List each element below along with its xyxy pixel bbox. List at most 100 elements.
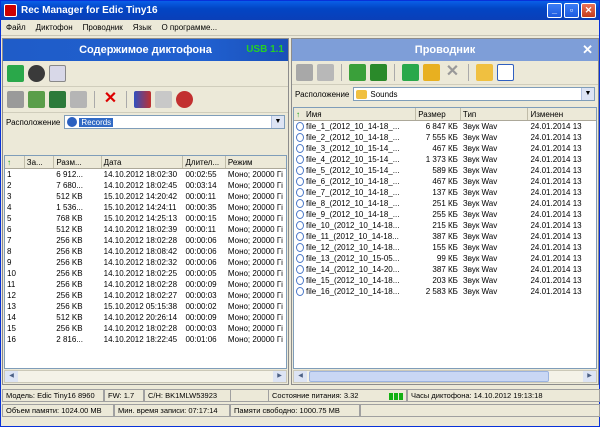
recording-row[interactable]: 3 512 KB 15.10.2012 14:20:42 00:00:11 Моно; …	[5, 191, 286, 202]
minimize-button[interactable]: _	[547, 3, 562, 18]
file-row[interactable]: file_3_(2012_10_15-14_... 467 КБ Звук Wav 2…	[294, 143, 596, 154]
up-folder-icon[interactable]	[349, 64, 366, 81]
file-row[interactable]: file_14_(2012_10_14-20... 387 КБ Звук Wav 2…	[294, 264, 596, 275]
copy-all-icon[interactable]	[49, 91, 66, 108]
refresh-icon[interactable]	[402, 64, 419, 81]
col-duration[interactable]: Длител...	[183, 156, 226, 168]
col-mode[interactable]: Режим	[226, 156, 286, 168]
col-size[interactable]: Разм...	[54, 156, 102, 168]
recordings-table-header: ↑ За... Разм... Дата Длител... Режим	[5, 156, 286, 169]
file-name: file_13_(2012_10_15-05...	[294, 253, 416, 264]
recording-row[interactable]: 12 256 KB 14.10.2012 18:02:27 00:00:03 Моно;…	[5, 290, 286, 301]
export-icon[interactable]	[7, 91, 24, 108]
col-modified[interactable]: Изменен	[528, 108, 596, 120]
wav-file-icon	[296, 265, 304, 275]
scroll-thumb[interactable]	[309, 371, 549, 382]
recording-row[interactable]: 10 256 KB 14.10.2012 18:02:25 00:00:05 Моно;…	[5, 268, 286, 279]
recording-cell: Моно; 20000 Гі	[227, 247, 283, 256]
file-name: file_11_(2012_10_14-18...	[294, 231, 416, 242]
recording-row[interactable]: 16 2 816... 14.10.2012 18:22:45 00:01:06 Мон…	[5, 334, 286, 345]
chevron-down-icon[interactable]: ▼	[271, 116, 284, 128]
recording-row[interactable]: 13 256 KB 15.10.2012 05:15:38 00:00:02 Моно;…	[5, 301, 286, 312]
file-name: file_3_(2012_10_15-14_...	[294, 143, 416, 154]
col-number[interactable]: За...	[25, 156, 55, 168]
col-type[interactable]: Тип	[461, 108, 529, 120]
recording-cell: 3	[7, 192, 12, 201]
file-row[interactable]: file_13_(2012_10_15-05... 99 КБ Звук Wav 24…	[294, 253, 596, 264]
format-icon[interactable]	[176, 91, 193, 108]
recorder-location-select[interactable]: Records ▼	[64, 115, 285, 129]
recording-row[interactable]: 14 512 KB 14.10.2012 20:26:14 00:00:09 Моно;…	[5, 312, 286, 323]
add-icon[interactable]	[70, 91, 87, 108]
new-folder-icon[interactable]	[423, 64, 440, 81]
file-row[interactable]: file_9_(2012_10_14-18_... 255 КБ Звук Wav 2…	[294, 209, 596, 220]
file-row[interactable]: file_4_(2012_10_15-14_... 1 373 КБ Звук Wa…	[294, 154, 596, 165]
close-icon[interactable]: ✕	[582, 42, 593, 58]
menu-explorer[interactable]: Проводник	[78, 23, 128, 32]
file-row[interactable]: file_6_(2012_10_14-18_... 467 КБ Звук Wav 2…	[294, 176, 596, 187]
sort-arrow-icon[interactable]: ↑	[5, 156, 25, 168]
title-bar[interactable]: Rec Manager for Edic Tiny16 _ ▫ ✕	[1, 1, 599, 20]
chevron-down-icon[interactable]: ▼	[581, 88, 594, 100]
status-bar-top: Модель: Edic Tiny16 8960 FW: 1.7 С/Н: BK…	[2, 389, 600, 402]
copy-to-pc-icon[interactable]	[28, 91, 45, 108]
recording-row[interactable]: 9 256 KB 14.10.2012 18:02:32 00:00:06 Моно; …	[5, 257, 286, 268]
delete-icon[interactable]: ✕	[102, 91, 119, 108]
recording-row[interactable]: 7 256 KB 14.10.2012 18:02:28 00:00:06 Моно; …	[5, 235, 286, 246]
refresh-icon[interactable]	[7, 65, 24, 82]
recordings-table: ↑ За... Разм... Дата Длител... Режим 1 6 …	[4, 155, 287, 369]
view-icon[interactable]	[497, 64, 514, 81]
file-row[interactable]: file_1_(2012_10_14-18_... 6 847 КБ Звук Wa…	[294, 121, 596, 132]
file-row[interactable]: file_8_(2012_10_14-18_... 251 КБ Звук Wav 2…	[294, 198, 596, 209]
scroll-left-icon[interactable]: ◀	[5, 371, 18, 382]
file-cell: Звук Wav	[462, 166, 498, 175]
scroll-right-icon[interactable]: ▶	[273, 371, 286, 382]
recording-row[interactable]: 4 1 536... 15.10.2012 14:24:11 00:00:35 Моно…	[5, 202, 286, 213]
recording-row[interactable]: 1 6 912... 14.10.2012 18:02:30 00:02:55 Моно…	[5, 169, 286, 180]
file-cell: 24.01.2014 13	[530, 232, 582, 241]
delete-icon[interactable]: ✕	[444, 64, 461, 81]
flash-drive-icon[interactable]	[49, 65, 66, 82]
maximize-button[interactable]: ▫	[564, 3, 579, 18]
file-row[interactable]: file_7_(2012_10_14-18_... 137 КБ Звук Wav 2…	[294, 187, 596, 198]
file-row[interactable]: file_15_(2012_10_14-18... 203 КБ Звук Wav 2…	[294, 275, 596, 286]
filter-icon[interactable]	[155, 91, 172, 108]
file-row[interactable]: file_10_(2012_10_14-18... 215 КБ Звук Wav 2…	[294, 220, 596, 231]
recording-cell: Моно; 20000 Гі	[227, 335, 283, 344]
recording-cell: 256 KB	[56, 291, 83, 300]
recording-row[interactable]: 2 7 680... 14.10.2012 18:02:45 00:03:14 Моно…	[5, 180, 286, 191]
file-row[interactable]: file_5_(2012_10_15-14_... 589 КБ Звук Wav 2…	[294, 165, 596, 176]
files-table-header: ↑ Имя Размер Тип Изменен	[294, 108, 596, 121]
menu-recorder[interactable]: Диктофон	[31, 23, 78, 32]
col-file-size[interactable]: Размер	[416, 108, 461, 120]
file-row[interactable]: file_11_(2012_10_14-18... 387 КБ Звук Wav 2…	[294, 231, 596, 242]
file-cell: 24.01.2014 13	[530, 210, 582, 219]
recorder-device-icon[interactable]	[28, 65, 45, 82]
menu-about[interactable]: О программе...	[156, 23, 222, 32]
settings-icon[interactable]	[134, 91, 151, 108]
open-folder-icon[interactable]	[476, 64, 493, 81]
close-button[interactable]: ✕	[581, 3, 596, 18]
menu-language[interactable]: Язык	[128, 23, 157, 32]
file-row[interactable]: file_16_(2012_10_14-18... 2 583 КБ Звук Wa…	[294, 286, 596, 297]
explorer-location-select[interactable]: Sounds ▼	[353, 87, 595, 101]
recorder-hscroll[interactable]: ◀ ▶	[4, 370, 287, 383]
check-folder-icon[interactable]	[370, 64, 387, 81]
recording-row[interactable]: 8 256 KB 14.10.2012 18:08:42 00:00:06 Моно; …	[5, 246, 286, 257]
recording-row[interactable]: 6 512 KB 14.10.2012 18:02:39 00:00:11 Моно; …	[5, 224, 286, 235]
explorer-hscroll[interactable]: ◀ ▶	[293, 370, 597, 383]
scroll-right-icon[interactable]: ▶	[583, 371, 596, 382]
recording-row[interactable]: 5 768 KB 15.10.2012 14:25:13 00:00:15 Моно; …	[5, 213, 286, 224]
file-cell: 99 КБ	[436, 254, 458, 263]
status-min-time: Мин. время записи: 07:17:14	[114, 404, 230, 417]
recording-row[interactable]: 11 256 KB 14.10.2012 18:02:28 00:00:09 Моно;…	[5, 279, 286, 290]
scroll-left-icon[interactable]: ◀	[294, 371, 307, 382]
menu-file[interactable]: Файл	[1, 23, 31, 32]
import-icon[interactable]	[296, 64, 313, 81]
recording-row[interactable]: 15 256 KB 14.10.2012 18:02:28 00:00:03 Моно;…	[5, 323, 286, 334]
copy-to-recorder-icon[interactable]	[317, 64, 334, 81]
file-row[interactable]: file_2_(2012_10_14-18_... 7 555 КБ Звук Wa…	[294, 132, 596, 143]
col-date[interactable]: Дата	[102, 156, 184, 168]
file-row[interactable]: file_12_(2012_10_14-18... 155 КБ Звук Wav 2…	[294, 242, 596, 253]
col-name[interactable]: ↑ Имя	[294, 108, 417, 120]
